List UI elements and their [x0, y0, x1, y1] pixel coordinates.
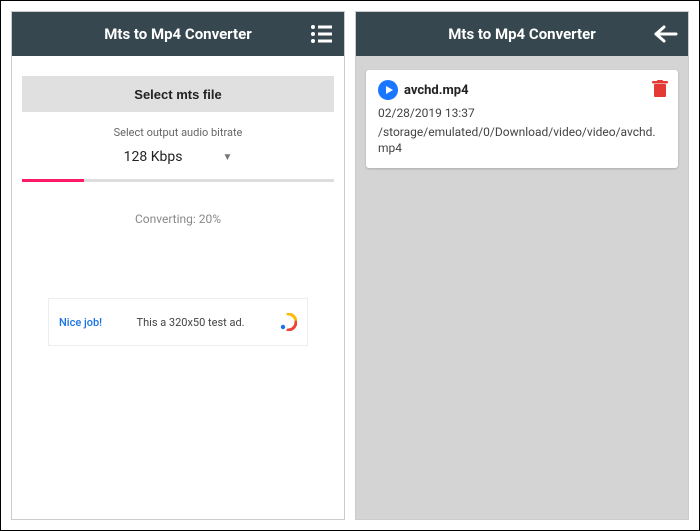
file-list-screen: Mts to Mp4 Converter avchd.mp4 02/28/201…	[355, 11, 689, 520]
app-title: Mts to Mp4 Converter	[448, 25, 595, 43]
app-header: Mts to Mp4 Converter	[356, 12, 688, 56]
delete-icon[interactable]	[652, 80, 668, 101]
back-arrow-icon[interactable]	[654, 12, 678, 56]
bitrate-dropdown[interactable]: 128 Kbps ▼	[22, 149, 334, 165]
ad-nice-label: Nice job!	[59, 316, 102, 329]
chevron-down-icon: ▼	[222, 152, 232, 163]
converting-status: Converting: 20%	[22, 212, 334, 226]
file-date: 02/28/2019 13:37	[378, 106, 666, 120]
file-card[interactable]: avchd.mp4 02/28/2019 13:37 /storage/emul…	[366, 70, 678, 168]
select-file-button[interactable]: Select mts file	[22, 76, 334, 112]
progress-fill	[22, 179, 84, 182]
app-header: Mts to Mp4 Converter	[12, 12, 344, 56]
file-path: /storage/emulated/0/Download/video/video…	[378, 124, 666, 156]
menu-list-icon[interactable]	[310, 12, 334, 56]
ad-text: This a 320x50 test ad.	[116, 316, 265, 329]
main-body: Select mts file Select output audio bitr…	[12, 56, 344, 346]
converter-screen: Mts to Mp4 Converter Select mts file Sel…	[11, 11, 345, 520]
app-title: Mts to Mp4 Converter	[104, 25, 251, 43]
bitrate-value: 128 Kbps	[124, 149, 183, 165]
admob-icon	[279, 313, 297, 331]
play-icon[interactable]	[378, 80, 398, 100]
file-name: avchd.mp4	[404, 83, 469, 98]
progress-bar	[22, 179, 334, 182]
ad-banner[interactable]: Nice job! This a 320x50 test ad.	[48, 298, 308, 346]
bitrate-label: Select output audio bitrate	[22, 126, 334, 139]
